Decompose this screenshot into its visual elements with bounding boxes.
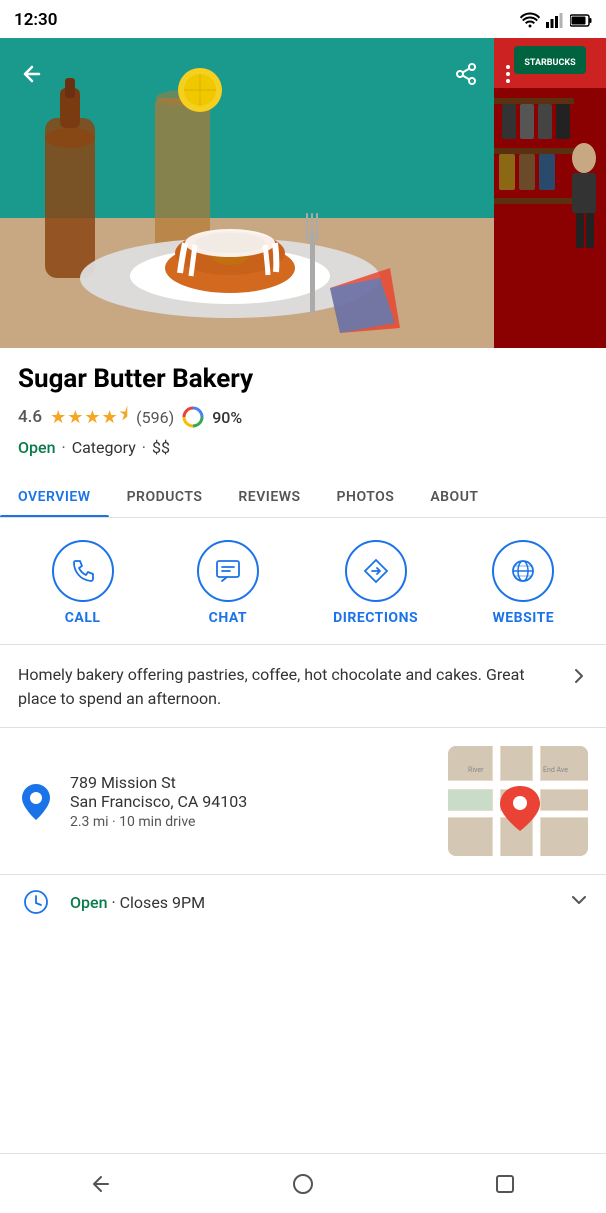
star-2: ★ <box>67 407 83 428</box>
wifi-icon <box>520 12 540 28</box>
star-1: ★ <box>50 407 66 428</box>
address-section: 789 Mission St San Francisco, CA 94103 2… <box>0 728 606 875</box>
signal-icon <box>546 12 564 28</box>
hero-illustration <box>0 38 500 348</box>
open-status: Open <box>18 438 56 457</box>
chat-button[interactable]: CHAT <box>188 540 268 626</box>
address-line2: San Francisco, CA 94103 <box>70 792 432 811</box>
website-button[interactable]: WEBSITE <box>483 540 563 626</box>
svg-text:End Ave: End Ave <box>543 766 568 774</box>
tab-photos[interactable]: PHOTOS <box>319 475 413 517</box>
address-distance: 2.3 mi · 10 min drive <box>70 814 432 830</box>
chevron-right-icon <box>570 667 588 685</box>
website-label: WEBSITE <box>493 610 555 626</box>
status-icons <box>520 12 592 28</box>
rating-number: 4.6 <box>18 407 42 427</box>
tabs-container: OVERVIEW PRODUCTS REVIEWS PHOTOS ABOUT <box>0 475 606 518</box>
tab-overview[interactable]: OVERVIEW <box>0 475 109 517</box>
nav-home-icon <box>292 1173 314 1195</box>
call-label: CALL <box>65 610 101 626</box>
stars: ★ ★ ★ ★ ⯨ <box>50 402 128 432</box>
directions-label: DIRECTIONS <box>333 610 418 626</box>
svg-text:River: River <box>468 766 484 774</box>
chat-icon <box>214 557 242 585</box>
chevron-down-icon <box>570 891 588 909</box>
hero-container: STARBUCKS <box>0 38 606 348</box>
star-4: ★ <box>101 407 117 428</box>
hours-expand-button[interactable] <box>570 890 588 915</box>
hours-closes: Closes 9PM <box>120 893 205 912</box>
more-icon[interactable] <box>490 56 526 92</box>
call-button[interactable]: CALL <box>43 540 123 626</box>
directions-icon <box>362 557 390 585</box>
description-text: Homely bakery offering pastries, coffee,… <box>18 663 560 711</box>
svg-text:STARBUCKS: STARBUCKS <box>524 58 576 68</box>
status-row: Open · Category · $$ <box>18 438 588 457</box>
clock-icon <box>23 889 49 915</box>
map-svg: River End Ave <box>448 746 588 856</box>
chat-label: CHAT <box>209 610 247 626</box>
description-expand-button[interactable] <box>570 667 588 685</box>
share-icon <box>454 62 478 86</box>
address-text-block: 789 Mission St San Francisco, CA 94103 2… <box>70 773 432 830</box>
nav-back-button[interactable] <box>71 1164 131 1204</box>
battery-icon <box>570 14 592 27</box>
map-pin-icon <box>22 784 50 820</box>
actions-row: CALL CHAT DIRECTIONS <box>0 518 606 645</box>
map-thumbnail[interactable]: River End Ave <box>448 746 588 856</box>
nav-back-icon <box>90 1173 112 1195</box>
hours-text: Open · Closes 9PM <box>70 893 554 912</box>
chat-circle <box>197 540 259 602</box>
review-count: (596) <box>136 408 174 427</box>
hours-open-status: Open <box>70 893 108 912</box>
call-circle <box>52 540 114 602</box>
address-line1: 789 Mission St <box>70 773 432 792</box>
hero-main-image <box>0 38 500 348</box>
popularity: 90% <box>212 408 242 427</box>
share-button[interactable] <box>448 56 484 92</box>
back-button[interactable] <box>14 56 50 92</box>
google-logo <box>182 406 204 428</box>
tab-reviews[interactable]: REVIEWS <box>220 475 318 517</box>
tab-about[interactable]: ABOUT <box>412 475 496 517</box>
hours-section: Open · Closes 9PM <box>0 875 606 929</box>
directions-button[interactable]: DIRECTIONS <box>333 540 418 626</box>
rating-row: 4.6 ★ ★ ★ ★ ⯨ (596) 90% <box>18 402 588 432</box>
back-arrow-icon <box>19 61 45 87</box>
star-5-half: ⯨ <box>119 402 129 432</box>
hours-icon <box>18 889 54 915</box>
nav-recent-icon <box>494 1173 516 1195</box>
globe-icon <box>509 557 537 585</box>
nav-home-button[interactable] <box>273 1164 333 1204</box>
star-3: ★ <box>84 407 100 428</box>
location-icon <box>18 784 54 820</box>
status-time: 12:30 <box>14 10 57 30</box>
directions-circle <box>345 540 407 602</box>
website-circle <box>492 540 554 602</box>
nav-recent-button[interactable] <box>475 1164 535 1204</box>
status-bar: 12:30 <box>0 0 606 38</box>
tab-products[interactable]: PRODUCTS <box>109 475 221 517</box>
place-name: Sugar Butter Bakery <box>18 364 588 394</box>
description-section: Homely bakery offering pastries, coffee,… <box>0 645 606 728</box>
category-text: Category <box>72 438 136 457</box>
price-text: $$ <box>152 438 170 457</box>
bottom-nav <box>0 1153 606 1213</box>
phone-icon <box>69 557 97 585</box>
info-section: Sugar Butter Bakery 4.6 ★ ★ ★ ★ ⯨ (596) … <box>0 348 606 465</box>
